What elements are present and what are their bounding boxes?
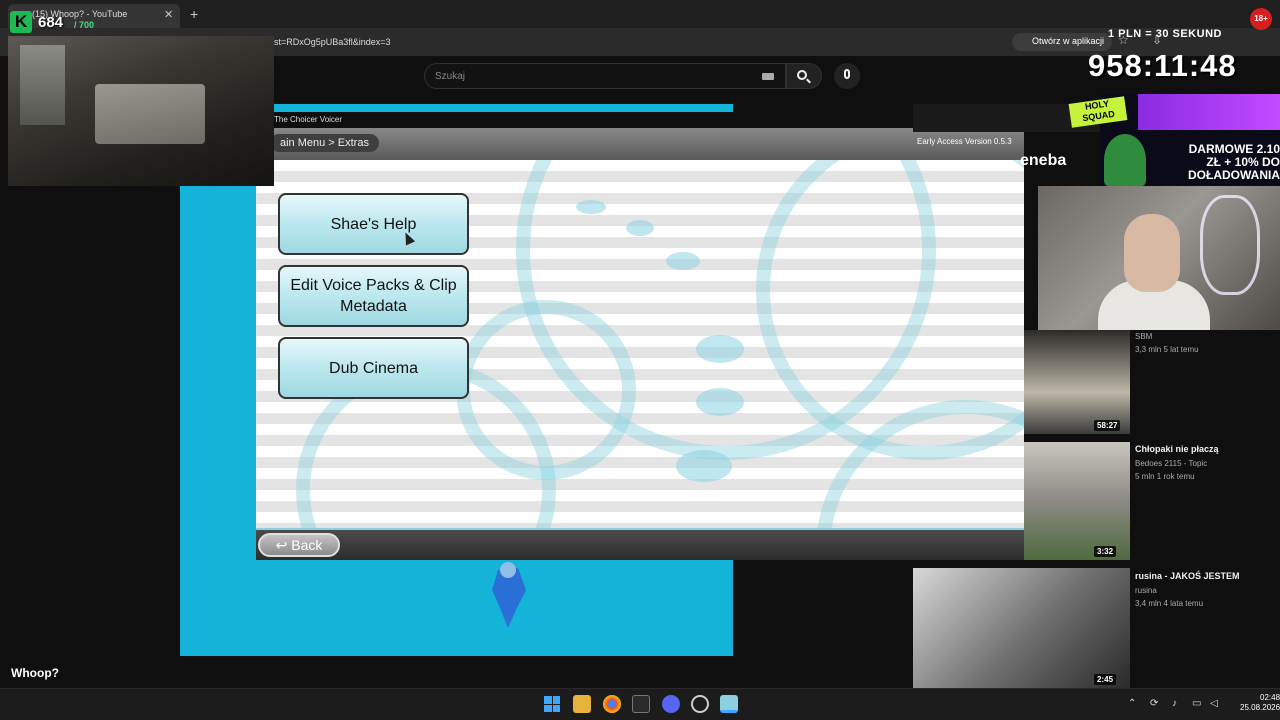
microphone-icon xyxy=(844,69,850,79)
follower-goal: / 700 xyxy=(74,20,95,30)
keyboard-icon[interactable] xyxy=(762,73,774,80)
channel-name[interactable]: SBM xyxy=(1135,332,1152,341)
video-thumbnail[interactable] xyxy=(1024,330,1130,434)
decor-bubble xyxy=(626,220,654,236)
back-button[interactable]: ↩ Back xyxy=(258,533,340,557)
follower-count: 684 xyxy=(38,14,64,31)
url-text[interactable]: st=RDxOg5pUBa3fl&index=3 xyxy=(274,37,391,47)
discord-icon[interactable] xyxy=(662,695,680,713)
streamer-head xyxy=(1124,214,1180,292)
pln-rate: 1 PLN = 30 SEKUND xyxy=(1108,28,1222,40)
window-title: The Choicer Voicer xyxy=(274,115,343,124)
channel-name[interactable]: Bedoes 2115 - Topic xyxy=(1135,459,1207,468)
back-label: Back xyxy=(291,537,323,553)
tab-close-icon[interactable]: ✕ xyxy=(164,8,173,21)
room-bed xyxy=(95,84,205,144)
video-meta: 3,3 mln 5 lat temu xyxy=(1135,345,1199,354)
duration-badge: 3:32 xyxy=(1094,546,1117,557)
app-taskbar-icon[interactable] xyxy=(720,695,738,713)
eneba-logo: eneba xyxy=(1020,152,1067,169)
chrome-icon[interactable] xyxy=(603,695,621,713)
network-icon[interactable]: ▭ xyxy=(1192,698,1201,709)
back-arrow-icon: ↩ xyxy=(275,536,288,553)
decor-bubble xyxy=(576,200,606,214)
sync-icon[interactable]: ⟳ xyxy=(1150,698,1158,709)
obs-icon[interactable] xyxy=(691,695,709,713)
terminal-icon[interactable] xyxy=(632,695,650,713)
clock-date: 25.08.2026 xyxy=(1240,703,1280,712)
microphone-tray-icon[interactable]: ♪ xyxy=(1172,698,1177,709)
dub-cinema-button[interactable]: Dub Cinema xyxy=(278,337,469,399)
promo-text: DARMOWE 2.10 ZŁ + 10% DO DOŁADOWANIA xyxy=(1188,142,1280,182)
video-meta: 5 mln 1 rok temu xyxy=(1135,472,1195,481)
decor-bubble xyxy=(676,450,732,482)
neon-light xyxy=(1200,195,1260,295)
new-tab-button[interactable]: + xyxy=(190,6,198,22)
window-titlebar xyxy=(272,112,1024,128)
app-footer xyxy=(256,528,1024,560)
clock-time: 02:48 xyxy=(1260,693,1280,702)
windows-start-icon[interactable] xyxy=(544,696,560,712)
decor-bubble xyxy=(666,252,700,270)
video-thumbnail[interactable] xyxy=(913,568,1130,688)
age-badge: 18+ xyxy=(1250,8,1272,30)
shaes-help-button[interactable]: Shae's Help xyxy=(278,193,469,255)
volume-icon[interactable]: ◁ xyxy=(1210,698,1218,709)
clock[interactable]: 02:48 25.08.2026 xyxy=(1240,693,1280,713)
subathon-timer: 958:11:48 xyxy=(1088,48,1237,83)
video-thumbnail[interactable] xyxy=(1024,442,1130,560)
duration-badge: 58:27 xyxy=(1094,420,1121,431)
character-sprite xyxy=(492,562,526,628)
kick-logo-icon: K xyxy=(10,11,32,33)
promo-character xyxy=(1104,134,1146,186)
promo-banner-top xyxy=(1138,94,1280,130)
room-window xyxy=(20,45,65,125)
version-label: Early Access Version 0.5.3 xyxy=(917,137,1012,146)
file-explorer-icon[interactable] xyxy=(573,695,591,713)
video-title: Whoop? xyxy=(11,666,59,680)
search-input[interactable]: Szukaj xyxy=(424,63,786,89)
breadcrumb: ain Menu > Extras xyxy=(270,134,379,152)
video-meta: 3,4 mln 4 lata temu xyxy=(1135,599,1204,608)
video-title[interactable]: rusina - JAKOŚ JESTEM xyxy=(1135,571,1240,581)
channel-name[interactable]: rusina xyxy=(1135,586,1157,595)
video-title[interactable]: Chłopaki nie płaczą xyxy=(1135,444,1219,454)
decor-ring xyxy=(456,300,636,480)
edit-voice-packs-button[interactable]: Edit Voice Packs & Clip Metadata xyxy=(278,265,469,327)
decor-bubble xyxy=(696,388,744,416)
tray-overflow-icon[interactable]: ⌃ xyxy=(1128,698,1136,709)
duration-badge: 2:45 xyxy=(1094,674,1117,685)
decor-bubble xyxy=(696,335,744,363)
